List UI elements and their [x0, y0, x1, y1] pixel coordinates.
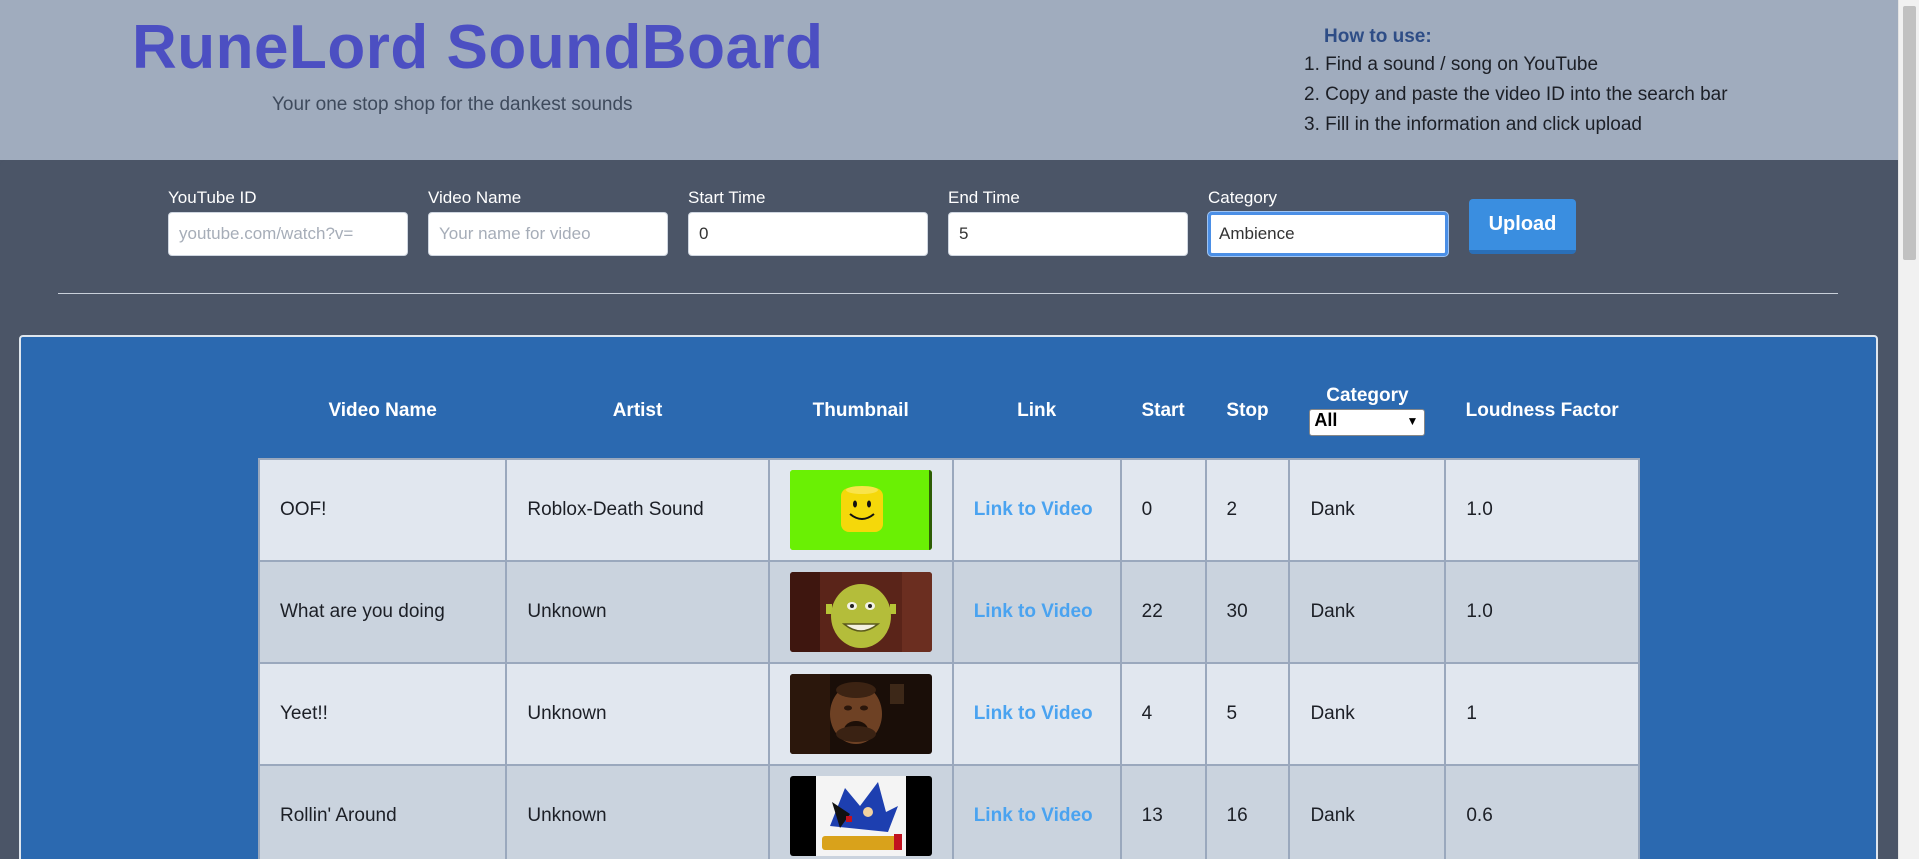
header-thumbnail: Thumbnail	[812, 399, 909, 421]
youtube-id-field-group: YouTube ID	[168, 186, 408, 256]
cell-loudness: 1.0	[1444, 560, 1640, 664]
scrollbar-thumb[interactable]	[1903, 6, 1916, 260]
cell-stop: 2	[1204, 458, 1291, 562]
header-stop: Stop	[1226, 399, 1269, 421]
cell-stop: 5	[1204, 662, 1291, 766]
header-artist: Artist	[612, 399, 663, 421]
cell-link: Link to Video	[951, 458, 1122, 562]
header-video-name: Video Name	[328, 399, 437, 421]
cell-video-name: What are you doing	[257, 560, 508, 664]
man-face-thumbnail	[789, 674, 932, 754]
cell-thumbnail	[767, 764, 954, 859]
cell-category: Dank	[1288, 764, 1447, 859]
cell-start: 22	[1119, 560, 1207, 664]
how-to-title: How to use:	[1324, 26, 1432, 47]
category-filter-value: All	[1314, 410, 1338, 430]
app-subtitle: Your one stop shop for the dankest sound…	[272, 94, 633, 115]
video-link[interactable]: Link to Video	[974, 703, 1093, 724]
start-time-field-group: Start Time	[688, 186, 928, 256]
end-time-label: End Time	[948, 188, 1020, 207]
cell-start: 4	[1119, 662, 1207, 766]
shrek-face-icon	[789, 572, 932, 652]
how-to-panel: How to use: 1. Find a sound / song on Yo…	[1304, 24, 1728, 140]
youtube-id-input[interactable]	[168, 212, 408, 256]
video-name-label: Video Name	[428, 188, 522, 207]
roblox-head-icon	[789, 470, 932, 550]
header-category: Category All ▼	[1289, 363, 1445, 459]
app-title: RuneLord SoundBoard	[132, 13, 824, 82]
man-face-icon	[789, 674, 932, 754]
cell-artist: Unknown	[505, 764, 770, 859]
end-time-field-group: End Time	[948, 186, 1188, 256]
youtube-id-label: YouTube ID	[168, 188, 257, 207]
upload-button[interactable]: Upload	[1469, 199, 1576, 254]
cell-category: Dank	[1288, 662, 1447, 766]
category-input[interactable]	[1208, 212, 1448, 256]
video-link[interactable]: Link to Video	[974, 499, 1093, 520]
cell-start: 0	[1119, 458, 1207, 562]
cell-artist: Unknown	[505, 560, 770, 664]
vertical-scrollbar[interactable]	[1898, 0, 1919, 859]
category-filter-select[interactable]: All ▼	[1309, 409, 1426, 436]
cell-link: Link to Video	[951, 662, 1122, 766]
header-category-label: Category	[1326, 385, 1409, 406]
cell-artist: Roblox-Death Sound	[505, 458, 770, 562]
cell-stop: 30	[1204, 560, 1291, 664]
category-label: Category	[1208, 188, 1277, 207]
header: RuneLord SoundBoard Your one stop shop f…	[0, 0, 1898, 160]
how-to-step: 3. Fill in the information and click upl…	[1304, 114, 1642, 135]
upload-form: YouTube ID Video Name Start Time End Tim…	[0, 160, 1898, 859]
video-name-field-group: Video Name	[428, 186, 668, 256]
cell-loudness: 1.0	[1444, 458, 1640, 562]
cell-artist: Unknown	[505, 662, 770, 766]
cell-stop: 16	[1204, 764, 1291, 859]
cell-category: Dank	[1288, 560, 1447, 664]
how-to-step: 2. Copy and paste the video ID into the …	[1304, 84, 1728, 105]
cell-link: Link to Video	[951, 764, 1122, 859]
shrek-face-thumbnail	[789, 572, 932, 652]
start-time-label: Start Time	[688, 188, 766, 207]
sounds-table: Video Name Artist Thumbnail Link Start S…	[257, 363, 1640, 859]
roblox-head-thumbnail	[789, 470, 932, 550]
table-row: OOF! Roblox-Death Sound Link to Video 0 …	[257, 458, 1640, 562]
how-to-step: 1. Find a sound / song on YouTube	[1304, 54, 1599, 75]
category-field-group: Category	[1208, 186, 1448, 256]
table-row: Yeet!! Unknown Link to Video 4 5 Dank 1	[257, 662, 1640, 766]
cell-video-name: OOF!	[257, 458, 508, 562]
start-time-input[interactable]	[688, 212, 928, 256]
cell-video-name: Rollin' Around	[257, 764, 508, 859]
cell-loudness: 1	[1444, 662, 1640, 766]
cell-thumbnail	[767, 560, 954, 664]
sounds-panel: Video Name Artist Thumbnail Link Start S…	[19, 335, 1878, 859]
table-row: What are you doing Unknown Link to Video…	[257, 560, 1640, 664]
how-to-steps: 1. Find a sound / song on YouTube 2. Cop…	[1304, 50, 1728, 140]
end-time-input[interactable]	[948, 212, 1188, 256]
table-row: Rollin' Around Unknown Link to Video 13 …	[257, 764, 1640, 859]
divider	[58, 293, 1838, 294]
video-link[interactable]: Link to Video	[974, 601, 1093, 622]
header-loudness: Loudness Factor	[1465, 399, 1619, 421]
video-link[interactable]: Link to Video	[974, 805, 1093, 826]
cell-video-name: Yeet!!	[257, 662, 508, 766]
cell-thumbnail	[767, 662, 954, 766]
page: RuneLord SoundBoard Your one stop shop f…	[0, 0, 1898, 859]
header-start: Start	[1141, 399, 1185, 421]
cell-category: Dank	[1288, 458, 1447, 562]
table-header-row: Video Name Artist Thumbnail Link Start S…	[259, 363, 1639, 459]
cell-link: Link to Video	[951, 560, 1122, 664]
sonic-adventure-thumbnail	[789, 776, 932, 856]
sonic-adventure-icon	[789, 776, 932, 856]
header-link: Link	[1017, 399, 1057, 421]
video-name-input[interactable]	[428, 212, 668, 256]
cell-thumbnail	[767, 458, 954, 562]
dropdown-arrow-icon: ▼	[1406, 414, 1419, 428]
cell-loudness: 0.6	[1444, 764, 1640, 859]
cell-start: 13	[1119, 764, 1207, 859]
